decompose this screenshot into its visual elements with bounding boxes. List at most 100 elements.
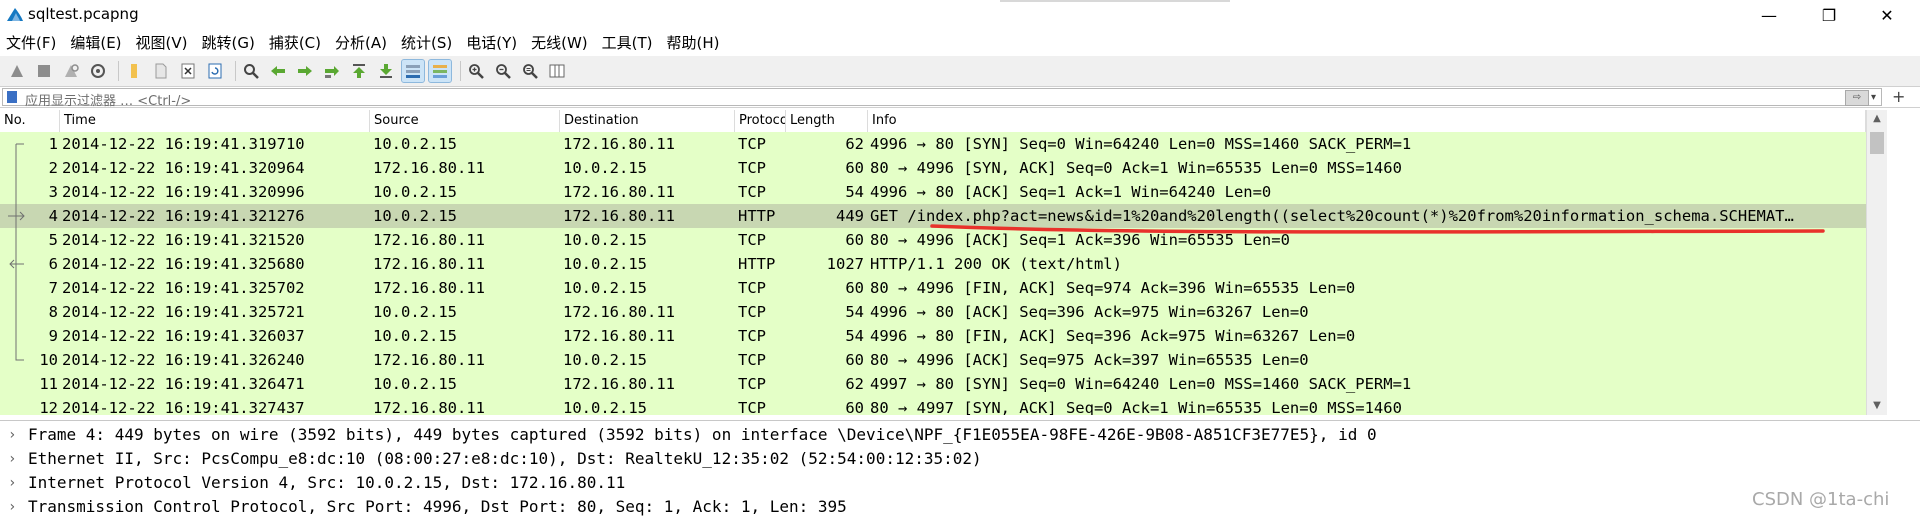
zoom-in-button[interactable] xyxy=(465,60,487,82)
add-filter-button[interactable]: + xyxy=(1892,87,1905,107)
cell-length: 62 xyxy=(845,375,864,393)
cell-protocol: HTTP xyxy=(738,255,776,273)
cell-length: 60 xyxy=(845,351,864,369)
zoom-normal-button[interactable] xyxy=(519,60,541,82)
cell-info: 80 → 4996 [FIN, ACK] Seq=974 Ack=396 Win… xyxy=(870,279,1356,297)
detail-tree-row[interactable]: › Ethernet II, Src: PcsCompu_e8:dc:10 (08… xyxy=(0,447,1920,471)
go-forward-button[interactable] xyxy=(294,60,316,82)
cell-source: 172.16.80.11 xyxy=(373,231,485,249)
packet-row[interactable]: 1 2014-12-22 16:19:41.319710 10.0.2.15 172.… xyxy=(0,132,1866,156)
cell-time: 2014-12-22 16:19:41.325680 xyxy=(62,255,305,273)
cell-destination: 10.0.2.15 xyxy=(563,351,647,369)
scroll-up-arrow-icon[interactable]: ▲ xyxy=(1867,110,1887,128)
column-header-info[interactable]: Info xyxy=(868,110,1866,132)
packet-row[interactable]: 4 2014-12-22 16:19:41.321276 10.0.2.15 172.… xyxy=(0,204,1866,228)
detail-tree-row[interactable]: › Internet Protocol Version 4, Src: 10.0.… xyxy=(0,471,1920,495)
autoscroll-button[interactable] xyxy=(401,59,425,83)
capture-options-icon xyxy=(91,64,105,78)
stop-capture-button[interactable] xyxy=(33,60,55,82)
packet-row[interactable]: 2 2014-12-22 16:19:41.320964 172.16.80.11 1… xyxy=(0,156,1866,180)
menu-item[interactable]: 编辑(E) xyxy=(70,32,121,53)
reload-file-button[interactable] xyxy=(204,60,226,82)
packet-row[interactable]: 5 2014-12-22 16:19:41.321520 172.16.80.11 1… xyxy=(0,228,1866,252)
packet-row[interactable]: 11 2014-12-22 16:19:41.326471 10.0.2.15 172… xyxy=(0,372,1866,396)
resize-columns-button[interactable] xyxy=(546,60,568,82)
packet-row[interactable]: 3 2014-12-22 16:19:41.320996 10.0.2.15 172.… xyxy=(0,180,1866,204)
find-packet-button[interactable] xyxy=(240,60,262,82)
cell-time: 2014-12-22 16:19:41.326471 xyxy=(62,375,305,393)
scroll-thumb[interactable] xyxy=(1870,132,1884,154)
column-header-time[interactable]: Time xyxy=(60,110,370,132)
column-header-destination[interactable]: Destination xyxy=(560,110,735,132)
cell-length: 1027 xyxy=(826,255,864,273)
detail-text: Transmission Control Protocol, Src Port:… xyxy=(28,497,847,516)
expand-arrow-icon[interactable]: › xyxy=(8,471,22,495)
packet-row[interactable]: 8 2014-12-22 16:19:41.325721 10.0.2.15 172.… xyxy=(0,300,1866,324)
start-capture-button[interactable] xyxy=(6,60,28,82)
column-header-protocol[interactable]: Protocol xyxy=(735,110,786,132)
save-file-icon xyxy=(155,63,167,79)
cell-destination: 10.0.2.15 xyxy=(563,159,647,177)
packet-row[interactable]: 7 2014-12-22 16:19:41.325702 172.16.80.11 1… xyxy=(0,276,1866,300)
zoom-out-button[interactable] xyxy=(492,60,514,82)
detail-tree-row[interactable]: › Transmission Control Protocol, Src Port… xyxy=(0,495,1920,519)
packet-row[interactable]: 12 2014-12-22 16:19:41.327437 172.16.80.11… xyxy=(0,396,1866,415)
cell-info: 4997 → 80 [SYN] Seq=0 Win=64240 Len=0 MS… xyxy=(870,375,1412,393)
menu-item[interactable]: 帮助(H) xyxy=(667,32,720,53)
cell-source: 10.0.2.15 xyxy=(373,327,457,345)
cell-info: 4996 → 80 [ACK] Seq=396 Ack=975 Win=6326… xyxy=(870,303,1309,321)
maximize-button[interactable]: ❐ xyxy=(1806,0,1852,30)
capture-options-button[interactable] xyxy=(87,60,109,82)
expand-arrow-icon[interactable]: › xyxy=(8,447,22,471)
column-header-no[interactable]: No. xyxy=(0,110,60,132)
expand-arrow-icon[interactable]: › xyxy=(8,423,22,447)
expand-arrow-icon[interactable]: › xyxy=(8,495,22,519)
menu-item[interactable]: 分析(A) xyxy=(335,32,387,53)
go-to-packet-button[interactable] xyxy=(321,60,343,82)
menu-item[interactable]: 无线(W) xyxy=(531,32,588,53)
go-back-icon xyxy=(271,66,285,76)
menu-item[interactable]: 工具(T) xyxy=(602,32,653,53)
go-last-button[interactable] xyxy=(375,60,397,82)
display-filter-input[interactable]: 应用显示过滤器 … <Ctrl-/> ⇨ ▾ xyxy=(2,88,1882,109)
cell-info: 80 → 4996 [SYN, ACK] Seq=0 Ack=1 Win=655… xyxy=(870,159,1402,177)
cell-destination: 172.16.80.11 xyxy=(563,303,675,321)
minimize-button[interactable]: — xyxy=(1746,0,1792,30)
packet-row[interactable]: 9 2014-12-22 16:19:41.326037 10.0.2.15 172.… xyxy=(0,324,1866,348)
close-button[interactable]: ✕ xyxy=(1864,0,1910,30)
colorize-button[interactable] xyxy=(428,59,452,83)
detail-tree-row[interactable]: › Frame 4: 449 bytes on wire (3592 bits),… xyxy=(0,423,1920,447)
packet-row[interactable]: 6 2014-12-22 16:19:41.325680 172.16.80.11 1… xyxy=(0,252,1866,276)
packet-list-scrollbar[interactable]: ▲ ▼ xyxy=(1866,110,1887,415)
menu-item[interactable]: 文件(F) xyxy=(6,32,56,53)
filter-dropdown-icon[interactable]: ▾ xyxy=(1871,92,1876,103)
column-header-source[interactable]: Source xyxy=(370,110,560,132)
menu-item[interactable]: 跳转(G) xyxy=(202,32,255,53)
save-file-button[interactable] xyxy=(150,60,172,82)
display-filter-bar: 应用显示过滤器 … <Ctrl-/> ⇨ ▾ + xyxy=(0,86,1920,109)
go-to-packet-icon xyxy=(325,66,339,78)
cell-length: 54 xyxy=(845,327,864,345)
cell-length: 60 xyxy=(845,231,864,249)
window-title: sqltest.pcapng xyxy=(28,5,139,23)
cell-source: 172.16.80.11 xyxy=(373,399,485,415)
filter-bookmark-icon[interactable] xyxy=(7,91,17,103)
cell-destination: 10.0.2.15 xyxy=(563,399,647,415)
menu-item[interactable]: 统计(S) xyxy=(401,32,452,53)
go-first-button[interactable] xyxy=(348,60,370,82)
open-file-button[interactable] xyxy=(123,60,145,82)
scroll-down-arrow-icon[interactable]: ▼ xyxy=(1867,397,1887,415)
close-file-button[interactable] xyxy=(177,60,199,82)
menu-item[interactable]: 视图(V) xyxy=(136,32,188,53)
menu-item[interactable]: 捕获(C) xyxy=(269,32,321,53)
go-back-button[interactable] xyxy=(267,60,289,82)
restart-capture-button[interactable] xyxy=(60,60,82,82)
cell-length: 62 xyxy=(845,135,864,153)
packet-row[interactable]: 10 2014-12-22 16:19:41.326240 172.16.80.11… xyxy=(0,348,1866,372)
go-forward-icon xyxy=(298,66,312,76)
column-header-length[interactable]: Length xyxy=(786,110,868,132)
menu-item[interactable]: 电话(Y) xyxy=(466,32,517,53)
cell-destination: 10.0.2.15 xyxy=(563,255,647,273)
filter-apply-button[interactable]: ⇨ xyxy=(1845,90,1869,106)
cell-info: HTTP/1.1 200 OK (text/html) xyxy=(870,255,1122,273)
